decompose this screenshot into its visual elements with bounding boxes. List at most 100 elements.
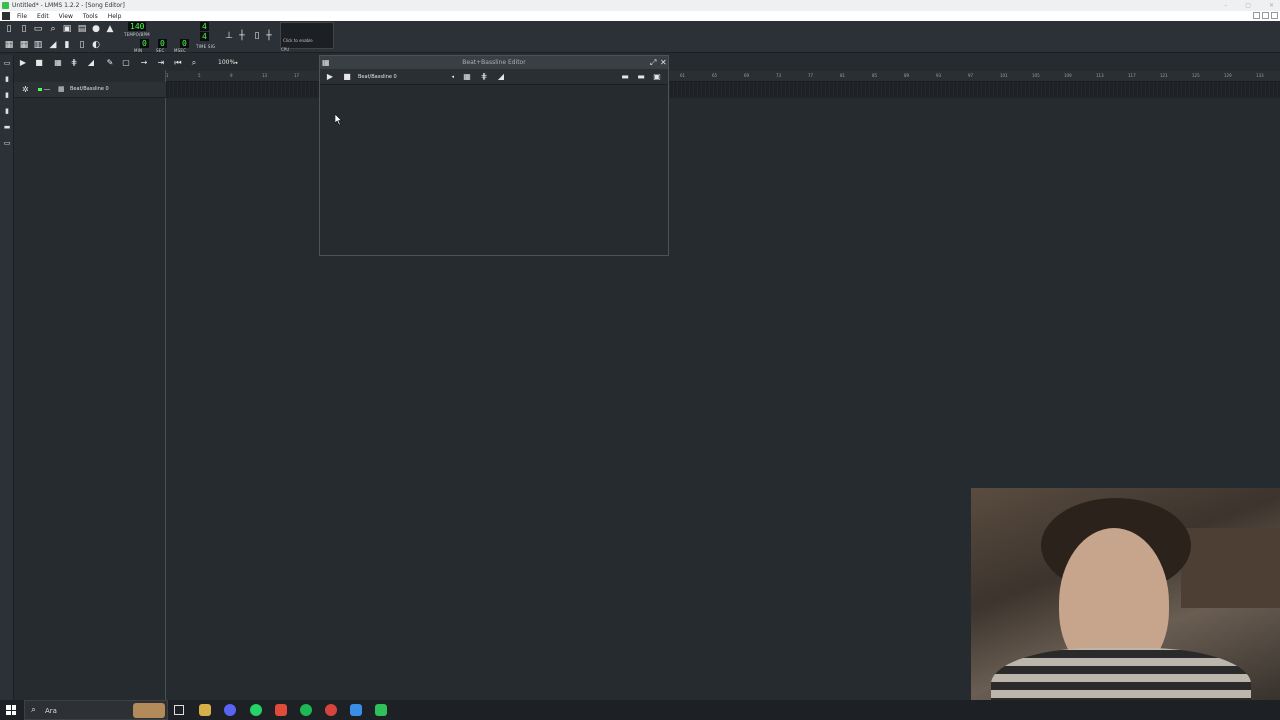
taskbar-search-box[interactable]: ⌕ Ara	[24, 700, 168, 720]
menu-file[interactable]: File	[12, 13, 32, 20]
ruler-tick: 117	[1128, 73, 1136, 78]
bb-editor-titlebar[interactable]: ▦ Beat+Bassline Editor ⤢ ✕	[320, 56, 668, 69]
ruler-tick: 121	[1160, 73, 1168, 78]
loop-points-icon[interactable]: ⇥	[156, 58, 166, 68]
bb-remove-steps-icon[interactable]: ▬	[620, 72, 630, 82]
bb-clone-steps-icon[interactable]: ▣	[652, 72, 662, 82]
window-controls: – ▢ ✕	[1224, 0, 1274, 11]
search-highlight-image	[133, 703, 165, 718]
my-samples-icon[interactable]: ▮	[3, 91, 11, 99]
edit-mode-icon[interactable]: ▢	[121, 58, 131, 68]
stop-icon[interactable]: ■	[34, 58, 44, 68]
webcam-overlay	[971, 488, 1280, 720]
track-solo-indicator[interactable]	[44, 89, 50, 90]
add-bb-track-icon[interactable]: ▦	[53, 58, 63, 68]
master-volume-slider-icon[interactable]: ⊥	[224, 31, 234, 41]
play-icon[interactable]: ▶	[18, 58, 28, 68]
ruler-tick: 17	[294, 73, 300, 78]
bb-add-sample-icon[interactable]: ⋕	[479, 72, 489, 82]
cpu-meter[interactable]: Click to enable CPU	[280, 22, 334, 52]
recent-projects-icon[interactable]: ⌕	[48, 24, 58, 34]
export-project-icon[interactable]: ▤	[77, 24, 87, 34]
webcam-background-shelf	[1181, 528, 1280, 608]
browser-icon[interactable]	[325, 704, 337, 716]
auto-scroll-icon[interactable]: →	[139, 58, 149, 68]
stop-behaviour-icon[interactable]: ⏮	[173, 58, 183, 68]
master-volume-handle[interactable]: ┼	[237, 31, 247, 41]
bb-editor-toolbar: ▶ ■ Beat/Bassline 0 ◂ ▦ ⋕ ◢ ▬ ▬ ▣	[320, 69, 668, 85]
bb-close-icon[interactable]: ✕	[660, 58, 667, 67]
my-presets-icon[interactable]: ▮	[3, 107, 11, 115]
my-computer-icon[interactable]: ▭	[3, 139, 11, 147]
draw-mode-icon[interactable]: ✎	[105, 58, 115, 68]
save-project-icon[interactable]: ▣	[62, 24, 72, 34]
add-sample-track-icon[interactable]: ⋕	[69, 58, 79, 68]
piano-roll-icon[interactable]: ▥	[33, 40, 43, 50]
master-pitch-slider-icon[interactable]: ▯	[252, 31, 262, 41]
bb-add-beat-icon[interactable]: ▦	[462, 72, 472, 82]
timesig-denominator[interactable]: 4	[200, 32, 209, 41]
close-window-button[interactable]: ✕	[1269, 0, 1274, 11]
project-notes-icon[interactable]: ▯	[77, 40, 87, 50]
spotify-icon[interactable]	[300, 704, 312, 716]
menu-help[interactable]: Help	[103, 13, 127, 20]
start-logo-pane	[11, 710, 16, 715]
whatsapp-icon[interactable]	[250, 704, 262, 716]
mdi-minimize-button[interactable]	[1253, 12, 1260, 19]
instrument-plugins-icon[interactable]: ▭	[3, 59, 11, 67]
bb-add-steps-icon[interactable]: ▬	[636, 72, 646, 82]
track-name-label[interactable]: Beat/Bassline 0	[70, 86, 109, 92]
timesig-numerator[interactable]: 4	[200, 22, 209, 31]
tempo-label: TEMPO/BPM	[124, 32, 150, 37]
bb-stop-icon[interactable]: ■	[342, 72, 352, 82]
menu-edit[interactable]: Edit	[32, 13, 54, 20]
whats-this-icon[interactable]: ●	[91, 24, 101, 34]
menu-tools[interactable]: Tools	[78, 13, 103, 20]
menu-view[interactable]: View	[54, 13, 78, 20]
ruler-tick: 93	[936, 73, 942, 78]
zoom-dropdown-arrow-icon[interactable]: ◂	[231, 58, 241, 68]
metronome-icon[interactable]: ▲	[105, 24, 115, 34]
bb-editor-window: ▦ Beat+Bassline Editor ⤢ ✕ ▶ ■ Beat/Bass…	[319, 55, 669, 256]
bb-add-automation-icon[interactable]: ◢	[496, 72, 506, 82]
file-explorer-icon[interactable]	[199, 704, 211, 716]
bb-track-select[interactable]: Beat/Bassline 0 ◂	[356, 72, 456, 82]
ruler-tick: 97	[968, 73, 974, 78]
discord-icon[interactable]	[224, 704, 236, 716]
mdi-restore-button[interactable]	[1262, 12, 1269, 19]
add-automation-track-icon[interactable]: ◢	[86, 58, 96, 68]
bb-maximize-icon[interactable]: ⤢	[650, 58, 656, 67]
tempo-lcd[interactable]: 140	[128, 22, 147, 31]
ruler-tick: 77	[808, 73, 814, 78]
mdi-close-button[interactable]	[1271, 12, 1278, 19]
automation-editor-icon[interactable]: ◢	[48, 40, 58, 50]
master-pitch-handle[interactable]: ┼	[264, 31, 274, 41]
cpu-label: CPU	[281, 47, 290, 52]
lmms-app-icon	[2, 2, 9, 9]
bb-play-icon[interactable]: ▶	[325, 72, 335, 82]
fx-mixer-icon[interactable]: ▮	[62, 40, 72, 50]
lmms-taskbar-icon[interactable]	[375, 704, 387, 716]
app-icon-blue[interactable]	[350, 704, 362, 716]
min-lcd: 0	[140, 39, 149, 48]
new-from-template-icon[interactable]: ▯	[19, 24, 29, 34]
bb-editor-title: Beat+Bassline Editor	[462, 59, 526, 66]
track-mute-led[interactable]	[38, 88, 42, 91]
app-icon-red[interactable]	[275, 704, 287, 716]
minimize-button[interactable]: –	[1224, 0, 1227, 11]
maximize-button[interactable]: ▢	[1245, 0, 1251, 11]
my-projects-icon[interactable]: ▮	[3, 75, 11, 83]
start-button[interactable]	[6, 705, 16, 715]
window-title: Untitled* - LMMS 1.2.2 - [Song Editor]	[12, 2, 125, 9]
window-titlebar: Untitled* - LMMS 1.2.2 - [Song Editor] –…	[0, 0, 1280, 11]
search-icon: ⌕	[31, 705, 37, 715]
my-home-icon[interactable]: ▬	[3, 123, 11, 131]
track-settings-gear-icon[interactable]: ✲	[22, 85, 29, 94]
new-project-icon[interactable]: ▯	[4, 24, 14, 34]
song-editor-icon[interactable]: ▦	[4, 40, 14, 50]
controller-rack-icon[interactable]: ◐	[91, 40, 101, 50]
bb-editor-icon[interactable]: ▦	[19, 40, 29, 50]
side-bar: ▭ ▮ ▮ ▮ ▬ ▭	[0, 55, 14, 700]
task-view-icon[interactable]	[174, 705, 184, 715]
open-project-icon[interactable]: ▭	[33, 24, 43, 34]
